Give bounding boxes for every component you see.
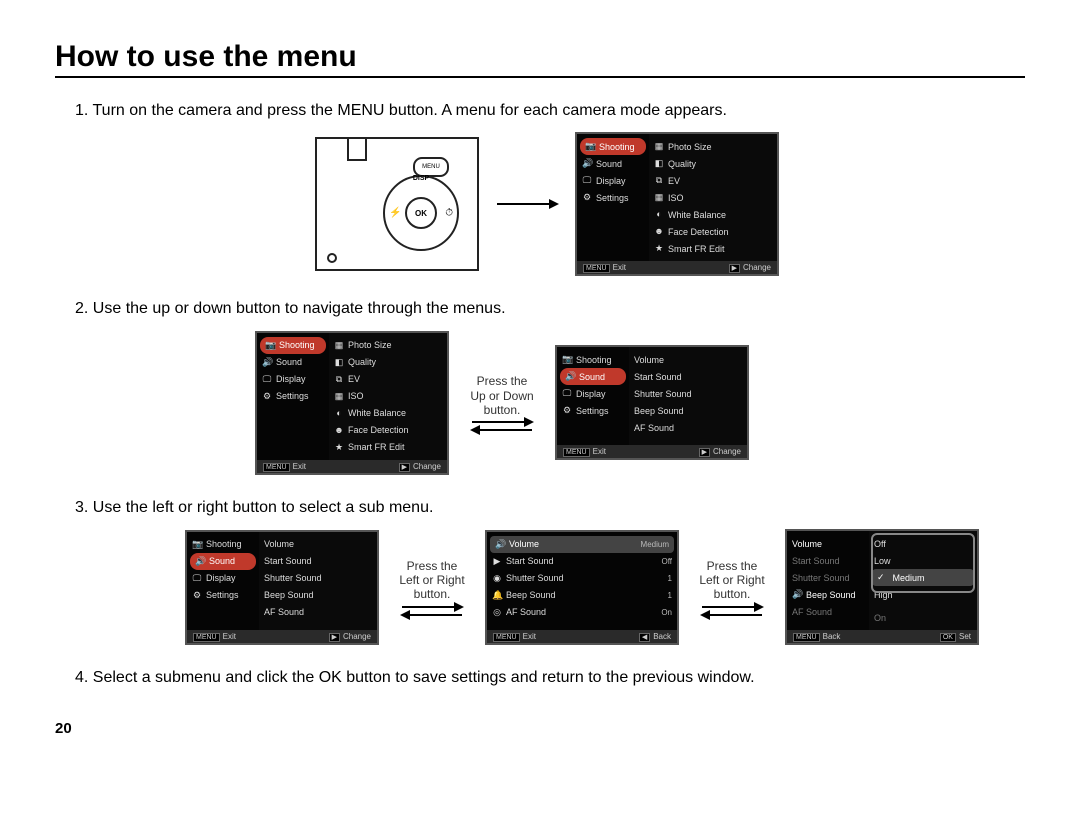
menu-item-shooting: 📷Shooting bbox=[580, 138, 646, 155]
camera-icon: 📷 bbox=[585, 142, 595, 151]
option-off: Off bbox=[869, 535, 977, 552]
arrow-right-icon bbox=[472, 421, 532, 423]
submenu-photo-size: ▦Photo Size bbox=[649, 138, 777, 155]
nav-ring: DISP ⚡ ⏱ OK bbox=[383, 175, 459, 251]
step-1: 1. Turn on the camera and press the MENU… bbox=[75, 100, 1025, 122]
row-beep-sound: 🔔Beep Sound1 bbox=[487, 587, 677, 604]
page-title: How to use the menu bbox=[55, 40, 1025, 78]
speaker-icon: 🔊 bbox=[582, 159, 592, 168]
submenu-smart-fr: ★Smart FR Edit bbox=[649, 240, 777, 257]
submenu-iso: ▦ISO bbox=[649, 189, 777, 206]
screen-sound-values: 🔊VolumeMedium ▶Start SoundOff ◉Shutter S… bbox=[485, 530, 679, 645]
page-number: 20 bbox=[55, 720, 1025, 737]
option-on: On bbox=[869, 609, 977, 626]
row-start-sound: ▶Start SoundOff bbox=[487, 553, 677, 570]
manual-page: How to use the menu 1. Turn on the camer… bbox=[0, 0, 1080, 767]
flash-icon: ⚡ bbox=[389, 208, 401, 219]
row-af-sound: ◎AF SoundOn bbox=[487, 604, 677, 621]
camera-back-diagram: MENU DISP ⚡ ⏱ OK bbox=[315, 137, 479, 271]
submenu-ev: ⧉EV bbox=[649, 172, 777, 189]
timer-icon: ⏱ bbox=[445, 208, 453, 219]
leftright-caption-2: Press the Left or Right button. bbox=[687, 559, 777, 616]
step-3: 3. Use the left or right button to selec… bbox=[75, 497, 1025, 519]
option-medium: ✓Medium bbox=[872, 569, 974, 586]
option-high: High bbox=[869, 586, 977, 603]
submenu-face-detection: ☻Face Detection bbox=[649, 223, 777, 240]
step2-figure-row: 📷Shooting 🔊Sound 🖵Display ⚙Settings ▦Pho… bbox=[255, 331, 1025, 475]
screen-sound-menu-2: 📷Shooting 🔊Sound 🖵Display ⚙Settings Volu… bbox=[185, 530, 379, 645]
display-icon: 🖵 bbox=[582, 176, 592, 185]
option-low: Low bbox=[869, 552, 977, 569]
footer-change: ▶Change bbox=[729, 263, 771, 272]
step1-figure-row: MENU DISP ⚡ ⏱ OK 📷Shooting 🔊Sound 🖵Displ… bbox=[315, 132, 1025, 276]
screen-volume-options: Volume Start Sound Shutter Sound 🔊Beep S… bbox=[785, 529, 979, 645]
screen-shooting-menu: 📷Shooting 🔊Sound 🖵Display ⚙Settings ▦Pho… bbox=[575, 132, 779, 276]
menu-button-icon: MENU bbox=[413, 157, 449, 177]
updown-caption: Press the Up or Down button. bbox=[457, 374, 547, 431]
submenu-quality: ◧Quality bbox=[649, 155, 777, 172]
footer-exit: MENUExit bbox=[583, 263, 626, 272]
menu-item-display: 🖵Display bbox=[577, 172, 649, 189]
step3-figure-row: 📷Shooting 🔊Sound 🖵Display ⚙Settings Volu… bbox=[185, 529, 1025, 645]
leftright-caption-1: Press the Left or Right button. bbox=[387, 559, 477, 616]
screen-shooting-menu-2: 📷Shooting 🔊Sound 🖵Display ⚙Settings ▦Pho… bbox=[255, 331, 449, 475]
submenu-white-balance: ◐White Balance bbox=[649, 206, 777, 223]
arrow-left-icon bbox=[472, 429, 532, 431]
ok-button-icon: OK bbox=[405, 197, 437, 229]
menu-item-sound: 🔊Sound bbox=[577, 155, 649, 172]
row-volume: 🔊VolumeMedium bbox=[490, 536, 674, 553]
disp-label: DISP bbox=[413, 175, 429, 182]
step-2: 2. Use the up or down button to navigate… bbox=[75, 298, 1025, 320]
step-4: 4. Select a submenu and click the OK but… bbox=[75, 667, 1025, 689]
menu-item-sound-selected: 🔊Sound bbox=[560, 368, 626, 385]
gear-icon: ⚙ bbox=[582, 193, 592, 202]
menu-item-settings: ⚙Settings bbox=[577, 189, 649, 206]
screen-sound-menu: 📷Shooting 🔊Sound 🖵Display ⚙Settings Volu… bbox=[555, 345, 749, 460]
arrow-right-icon bbox=[497, 203, 557, 205]
row-shutter-sound: ◉Shutter Sound1 bbox=[487, 570, 677, 587]
